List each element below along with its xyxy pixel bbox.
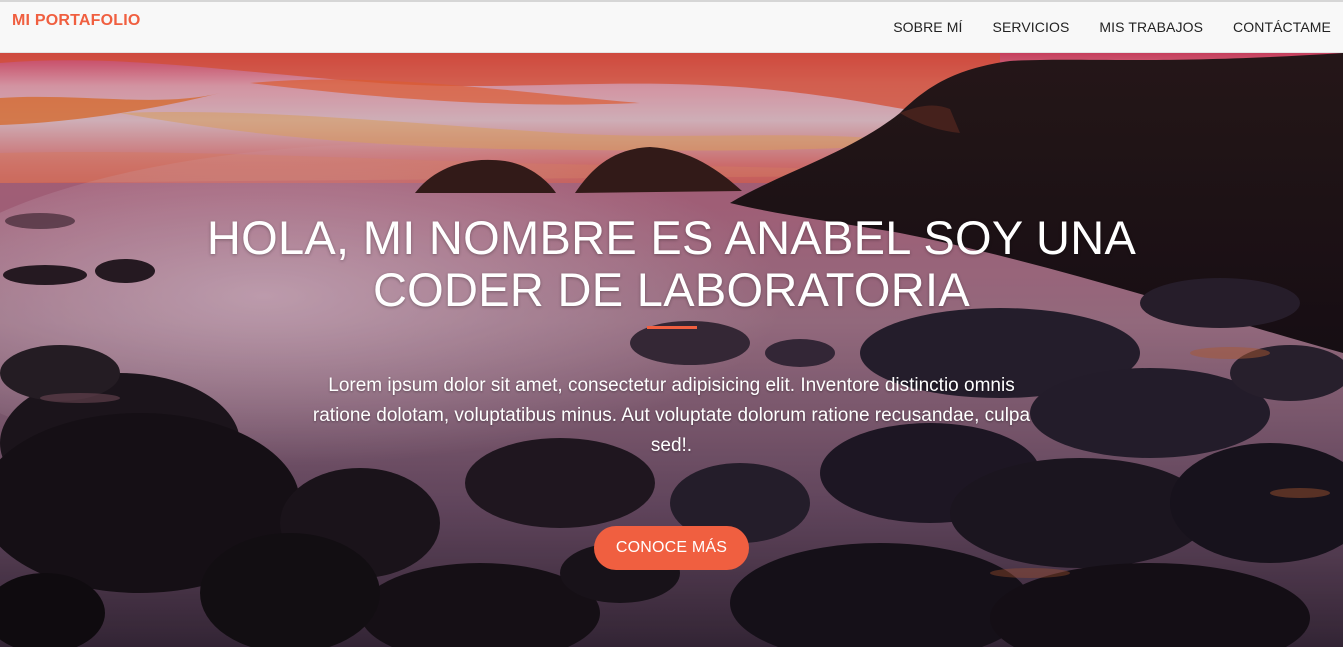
hero-content: HOLA, MI NOMBRE ES ANABEL SOY UNA CODER … xyxy=(0,53,1343,647)
hero-description: Lorem ipsum dolor sit amet, consectetur … xyxy=(312,375,1031,456)
hero-section: HOLA, MI NOMBRE ES ANABEL SOY UNA CODER … xyxy=(0,53,1343,647)
nav-link-servicios[interactable]: SERVICIOS xyxy=(993,19,1070,35)
conoce-mas-button[interactable]: CONOCE MÁS xyxy=(594,526,749,570)
top-navbar: MI PORTAFOLIO SOBRE MÍ SERVICIOS MIS TRA… xyxy=(0,0,1343,53)
hero-title: HOLA, MI NOMBRE ES ANABEL SOY UNA CODER … xyxy=(150,212,1193,316)
nav-link-mis-trabajos[interactable]: MIS TRABAJOS xyxy=(1099,19,1203,35)
nav-links: SOBRE MÍ SERVICIOS MIS TRABAJOS CONTÁCTA… xyxy=(863,19,1331,35)
nav-link-contactame[interactable]: CONTÁCTAME xyxy=(1233,19,1331,35)
nav-link-sobre-mi[interactable]: SOBRE MÍ xyxy=(893,19,962,35)
hero-title-line-1: HOLA, MI NOMBRE ES ANABEL SOY UNA xyxy=(206,211,1137,264)
hero-title-line-2: CODER DE LABORATORIA xyxy=(372,263,971,316)
hero-divider xyxy=(647,326,697,329)
brand-logo-link[interactable]: MI PORTAFOLIO xyxy=(12,12,141,30)
